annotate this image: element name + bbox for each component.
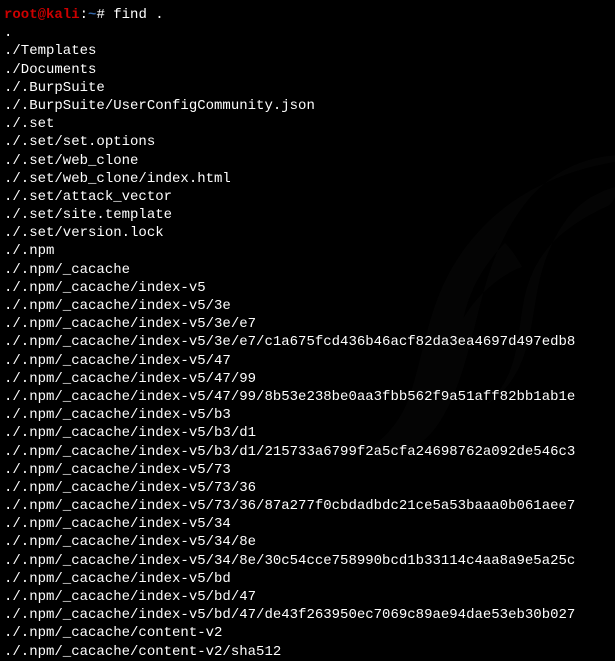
output-line: . xyxy=(4,24,611,42)
output-line: ./.BurpSuite/UserConfigCommunity.json xyxy=(4,97,611,115)
output-line: ./.npm/_cacache/index-v5/47/99/8b53e238b… xyxy=(4,388,611,406)
output-line: ./.set/version.lock xyxy=(4,224,611,242)
output-line: ./.npm/_cacache/index-v5/3e/e7/c1a675fcd… xyxy=(4,333,611,351)
output-line: ./.npm/_cacache/index-v5/34/8e xyxy=(4,533,611,551)
output-line: ./Templates xyxy=(4,42,611,60)
output-line: ./Documents xyxy=(4,61,611,79)
output-line: ./.BurpSuite xyxy=(4,79,611,97)
output-line: ./.npm/_cacache/index-v5/3e/e7 xyxy=(4,315,611,333)
prompt-symbol: # xyxy=(96,7,104,23)
command-prompt-line: root@kali:~# find . xyxy=(4,6,611,24)
output-line: ./.npm/_cacache/index-v5/34/8e/30c54cce7… xyxy=(4,552,611,570)
output-line: ./.npm/_cacache xyxy=(4,261,611,279)
output-line: ./.set xyxy=(4,115,611,133)
output-line: ./.npm/_cacache/index-v5/47 xyxy=(4,352,611,370)
output-line: ./.npm/_cacache/index-v5/b3/d1 xyxy=(4,424,611,442)
output-line: ./.npm xyxy=(4,242,611,260)
output-line: ./.set/web_clone xyxy=(4,152,611,170)
output-line: ./.npm/_cacache/index-v5/73 xyxy=(4,461,611,479)
output-line: ./.npm/_cacache/index-v5/bd xyxy=(4,570,611,588)
output-line: ./.npm/_cacache/index-v5/73/36/87a277f0c… xyxy=(4,497,611,515)
output-line: ./.npm/_cacache/index-v5/34 xyxy=(4,515,611,533)
terminal-output[interactable]: root@kali:~# find . ../Templates./Docume… xyxy=(4,6,611,661)
output-line: ./.npm/_cacache/index-v5/bd/47 xyxy=(4,588,611,606)
output-line: ./.npm/_cacache/index-v5/b3 xyxy=(4,406,611,424)
command-output: ../Templates./Documents./.BurpSuite./.Bu… xyxy=(4,24,611,661)
output-line: ./.set/web_clone/index.html xyxy=(4,170,611,188)
output-line: ./.set/set.options xyxy=(4,133,611,151)
output-line: ./.npm/_cacache/index-v5/b3/d1/215733a67… xyxy=(4,443,611,461)
prompt-user-host: root@kali xyxy=(4,7,80,23)
output-line: ./.npm/_cacache/content-v2/sha512 xyxy=(4,643,611,661)
command-text: find . xyxy=(113,7,163,23)
output-line: ./.npm/_cacache/index-v5 xyxy=(4,279,611,297)
output-line: ./.set/attack_vector xyxy=(4,188,611,206)
output-line: ./.npm/_cacache/index-v5/bd/47/de43f2639… xyxy=(4,606,611,624)
output-line: ./.npm/_cacache/index-v5/3e xyxy=(4,297,611,315)
prompt-separator: : xyxy=(80,7,88,23)
output-line: ./.npm/_cacache/index-v5/73/36 xyxy=(4,479,611,497)
output-line: ./.set/site.template xyxy=(4,206,611,224)
output-line: ./.npm/_cacache/content-v2 xyxy=(4,624,611,642)
output-line: ./.npm/_cacache/index-v5/47/99 xyxy=(4,370,611,388)
